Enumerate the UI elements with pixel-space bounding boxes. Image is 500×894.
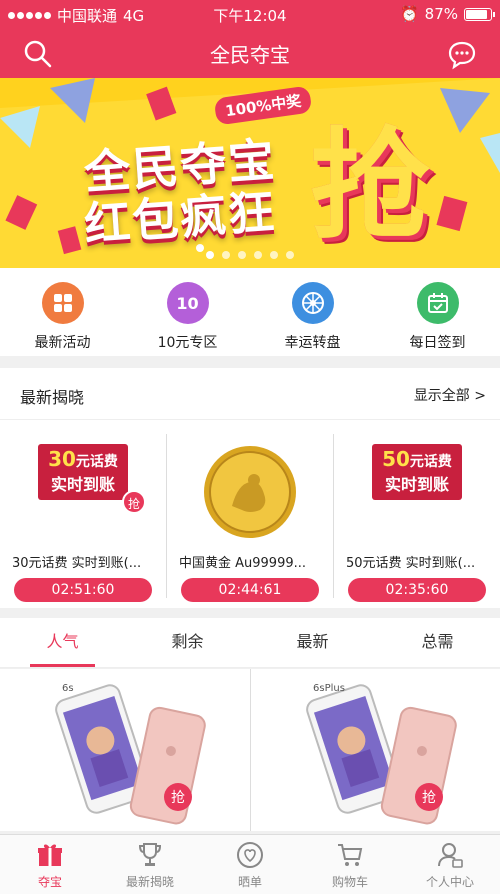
phone-credit-card: 30元话费 实时到账 抢 [38, 444, 146, 514]
pager-dot[interactable] [270, 251, 278, 259]
bottom-tab-bar: 夺宝 最新揭晓 晒单 购物车 个人中心 [0, 834, 500, 894]
calendar-check-icon [416, 282, 459, 324]
nav-profile[interactable]: 个人中心 [400, 835, 500, 894]
tab-total-required[interactable]: 总需 [375, 618, 500, 667]
product-image: 50元话费 实时到账 [334, 444, 500, 500]
pager-dot[interactable] [206, 251, 214, 259]
credit-amount: 50 [382, 447, 410, 471]
product-name: 50元话费 实时到账(... [346, 556, 476, 571]
promo-banner[interactable]: 100%中奖 全民夺宝 红包疯狂 抢 [0, 78, 500, 268]
chat-icon[interactable] [446, 38, 478, 70]
product-grid: 6s 抢 6sPlus 抢 [0, 669, 500, 831]
nav-label: 最新揭晓 [125, 875, 174, 889]
quick-item-daily-checkin[interactable]: 每日签到 [375, 268, 500, 356]
status-bar: 中国联通 4G 下午12:04 ⏰ 87% [0, 0, 500, 28]
nav-label: 晒单 [237, 875, 262, 889]
battery-percent: 87% [424, 5, 458, 23]
tab-remaining[interactable]: 剩余 [125, 618, 250, 667]
nav-treasure[interactable]: 夺宝 [0, 835, 100, 894]
pager-dot[interactable] [286, 251, 294, 259]
product-image [167, 444, 333, 540]
pager-dot[interactable] [222, 251, 230, 259]
wheel-icon [291, 282, 334, 324]
quick-item-label: 幸运转盘 [284, 335, 341, 351]
tab-popularity[interactable]: 人气 [0, 618, 125, 667]
nav-share-order[interactable]: 晒单 [200, 835, 300, 894]
product-card[interactable]: 6sPlus 抢 [251, 669, 500, 831]
credit-tag: 实时到账 [50, 475, 115, 494]
product-name: 30元话费 实时到账(... [12, 556, 142, 571]
section-header: 最新揭晓 显示全部 > [0, 368, 500, 420]
countdown-timer: 02:35:60 [348, 578, 486, 602]
product-model: 6sPlus [313, 683, 345, 694]
battery-icon [464, 7, 495, 21]
pager-dot[interactable] [254, 251, 262, 259]
quick-item-ten-yuan[interactable]: 10 10元专区 [125, 268, 250, 356]
trophy-icon [138, 843, 162, 866]
status-right: ⏰ 87% [399, 5, 495, 23]
grab-badge: 抢 [122, 490, 146, 514]
phone-credit-card: 50元话费 实时到账 [372, 444, 462, 500]
reveal-card[interactable]: 50元话费 实时到账 50元话费 实时到账(... 02:35:60 [334, 434, 500, 602]
countdown-timer: 02:44:61 [181, 578, 319, 602]
countdown-timer: 02:51:60 [14, 578, 152, 602]
product-name: 中国黄金 Au99999... [179, 556, 307, 571]
product-card[interactable]: 6s 抢 [0, 669, 251, 831]
credit-unit: 元话费 [409, 454, 452, 470]
tab-newest[interactable]: 最新 [250, 618, 375, 667]
phone-image: 抢 [55, 684, 206, 825]
credit-unit: 元话费 [75, 454, 118, 470]
quick-menu: 最新活动 10 10元专区 幸运转盘 每日签到 [0, 268, 500, 356]
reveal-card[interactable]: 30元话费 实时到账 抢 30元话费 实时到账(... 02:51:60 [0, 434, 167, 602]
quick-item-label: 最新活动 [34, 335, 91, 351]
section-title: 最新揭晓 [20, 388, 85, 407]
nav-label: 夺宝 [37, 875, 62, 889]
banner-line2: 红包疯狂 [82, 184, 278, 252]
grab-badge: 抢 [422, 789, 436, 806]
user-icon [438, 843, 463, 868]
credit-amount: 30 [48, 447, 76, 471]
sort-tabs: 人气 剩余 最新 总需 [0, 618, 500, 668]
show-all-link[interactable]: 显示全部 > [414, 385, 486, 405]
quick-item-label: 每日签到 [409, 335, 466, 351]
grab-badge: 抢 [171, 789, 185, 806]
gold-coin-icon [204, 446, 296, 538]
reveal-card[interactable]: 中国黄金 Au99999... 02:44:61 [167, 434, 334, 602]
product-model: 6s [62, 683, 74, 694]
product-image: 30元话费 实时到账 抢 [0, 444, 166, 514]
quick-item-label: 10元专区 [157, 335, 218, 351]
grid-icon [41, 282, 84, 324]
credit-tag: 实时到账 [384, 475, 449, 494]
gift-icon [38, 844, 62, 866]
page-title: 全民夺宝 [210, 43, 290, 67]
ten-icon: 10 [166, 282, 209, 324]
quick-item-latest-activity[interactable]: 最新活动 [0, 268, 125, 356]
nav-cart[interactable]: 购物车 [300, 835, 400, 894]
banner-pager [0, 251, 500, 259]
nav-label: 个人中心 [425, 875, 474, 889]
banner-big-char: 抢 [310, 117, 430, 256]
nav-label: 购物车 [331, 875, 368, 889]
top-navbar: 全民夺宝 [0, 28, 500, 78]
heart-icon [237, 842, 263, 868]
quick-item-lucky-wheel[interactable]: 幸运转盘 [250, 268, 375, 356]
phone-image: 抢 [306, 684, 457, 825]
nav-latest-reveal[interactable]: 最新揭晓 [100, 835, 200, 894]
alarm-icon: ⏰ [399, 5, 419, 23]
latest-reveal-section: 最新揭晓 显示全部 > 30元话费 实时到账 抢 30元话费 实时到账(... … [0, 368, 500, 608]
cart-icon [338, 844, 363, 866]
pager-dot[interactable] [238, 251, 246, 259]
